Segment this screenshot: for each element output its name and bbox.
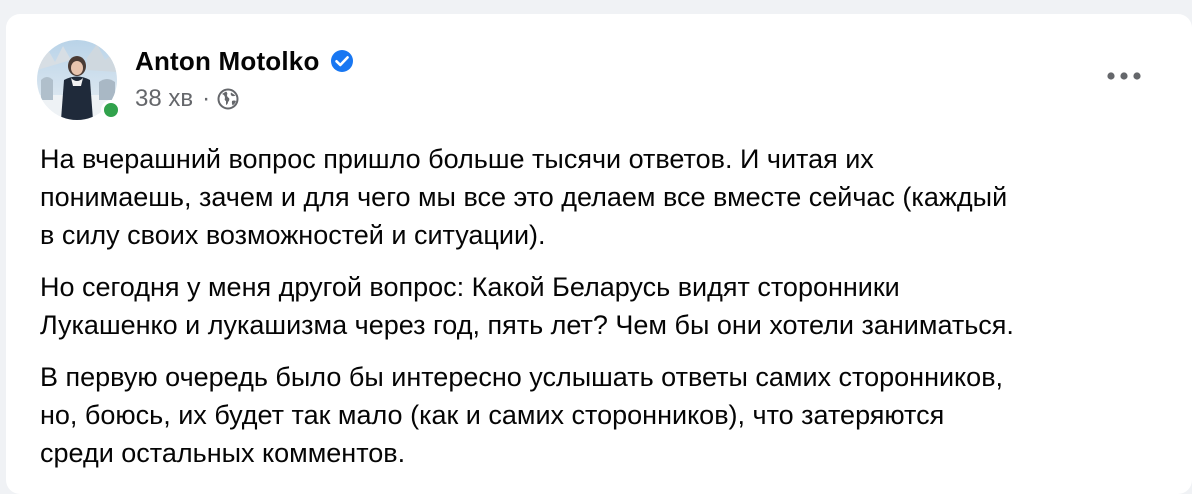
author-avatar[interactable] bbox=[37, 40, 121, 120]
post-meta: 38 хв · bbox=[135, 84, 239, 114]
more-horizontal-icon bbox=[1107, 72, 1141, 80]
post-text: На вчерашний вопрос пришло больше тысячи… bbox=[40, 140, 1180, 486]
more-options-button[interactable] bbox=[1104, 64, 1144, 88]
verified-badge-icon bbox=[330, 50, 353, 72]
post-card: Anton Motolko 38 хв · На вчерашний вопро… bbox=[6, 14, 1192, 494]
post-paragraph-3: В первую очередь было бы интересно услыш… bbox=[40, 362, 1004, 468]
globe-icon[interactable] bbox=[217, 88, 239, 110]
post-paragraph-1: На вчерашний вопрос пришло больше тысячи… bbox=[40, 144, 1008, 250]
meta-separator: · bbox=[202, 85, 211, 112]
post-header: Anton Motolko 38 хв · bbox=[6, 14, 1192, 124]
online-status-dot bbox=[101, 100, 121, 120]
post-paragraph-2: Но сегодня у меня другой вопрос: Какой Б… bbox=[40, 272, 1014, 340]
author-line: Anton Motolko bbox=[135, 44, 354, 78]
author-name[interactable]: Anton Motolko bbox=[135, 46, 320, 77]
post-timestamp[interactable]: 38 хв bbox=[135, 85, 193, 113]
